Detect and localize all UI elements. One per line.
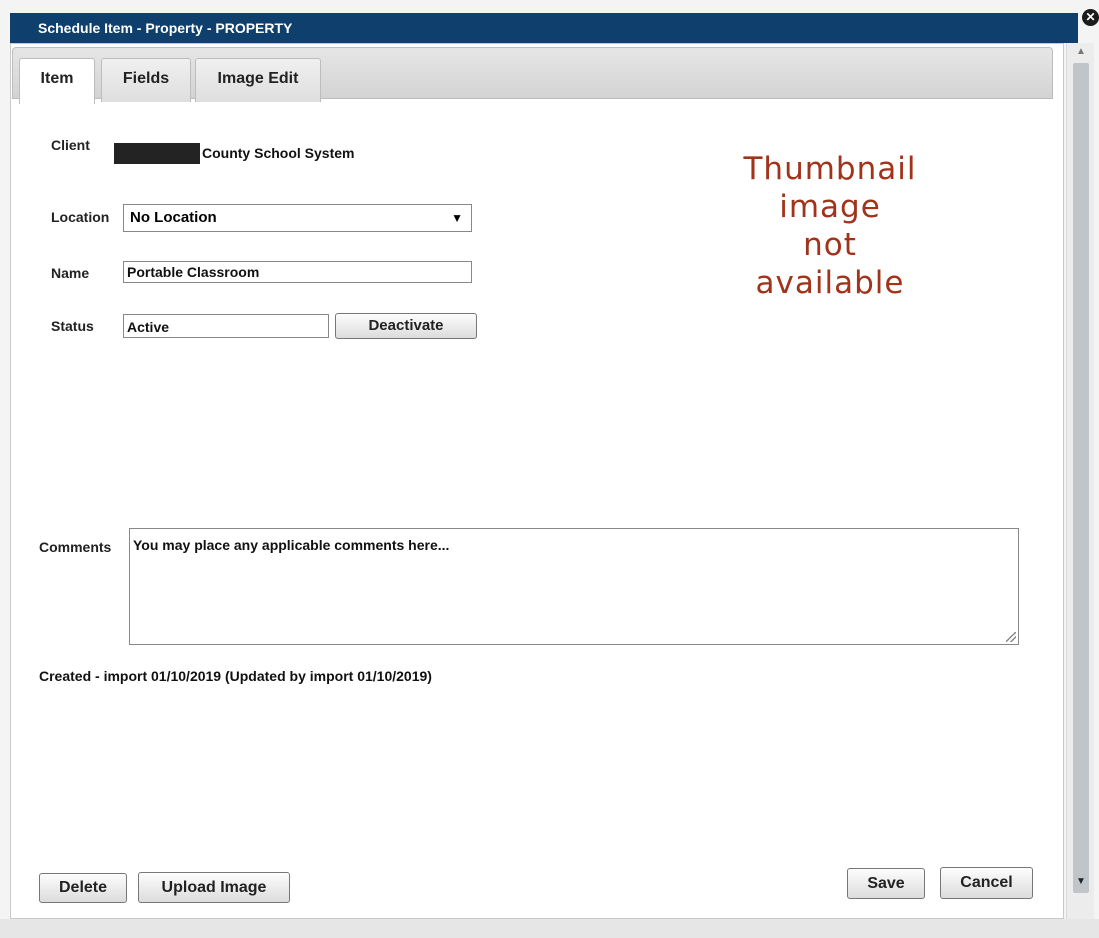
close-icon[interactable]: ✕ xyxy=(1082,9,1099,26)
thumbnail-line: image xyxy=(779,189,881,225)
save-button[interactable]: Save xyxy=(847,868,925,899)
resize-grip-icon[interactable] xyxy=(1006,632,1016,642)
comments-placeholder: You may place any applicable comments he… xyxy=(133,537,450,553)
window-title: Schedule Item - Property - PROPERTY xyxy=(38,20,293,36)
deactivate-button[interactable]: Deactivate xyxy=(335,313,477,339)
comments-textarea[interactable]: You may place any applicable comments he… xyxy=(129,528,1019,645)
thumbnail-line: available xyxy=(755,265,905,301)
name-input[interactable]: Portable Classroom xyxy=(123,261,472,283)
redacted-block xyxy=(114,143,200,164)
window-footer xyxy=(0,919,1099,938)
status-field: Active xyxy=(123,314,329,338)
location-label: Location xyxy=(51,209,110,225)
comments-label: Comments xyxy=(39,539,112,555)
client-value: County School System xyxy=(202,145,355,161)
chevron-down-icon: ▼ xyxy=(451,211,463,225)
vertical-scrollbar[interactable]: ▲ ▼ xyxy=(1066,43,1094,919)
window-title-bar: Schedule Item - Property - PROPERTY xyxy=(10,13,1078,43)
client-label: Client xyxy=(51,137,90,153)
thumbnail-placeholder: Thumbnail image not available xyxy=(700,150,960,302)
thumbnail-line: Thumbnail xyxy=(743,151,917,187)
location-selected-value: No Location xyxy=(130,209,217,226)
status-label: Status xyxy=(51,318,94,334)
thumbnail-line: not xyxy=(803,227,857,263)
scroll-up-icon[interactable]: ▲ xyxy=(1067,43,1095,61)
tab-strip: Item Fields Image Edit xyxy=(12,47,1053,104)
delete-button[interactable]: Delete xyxy=(39,873,127,903)
tab-image-edit[interactable]: Image Edit xyxy=(195,58,321,102)
audit-info: Created - import 01/10/2019 (Updated by … xyxy=(39,668,432,684)
name-label: Name xyxy=(51,265,90,281)
cancel-button[interactable]: Cancel xyxy=(940,867,1033,899)
scrollbar-thumb[interactable] xyxy=(1073,63,1089,893)
location-select[interactable]: No Location ▼ xyxy=(123,204,472,232)
tab-fields[interactable]: Fields xyxy=(101,58,191,102)
scroll-down-icon[interactable]: ▼ xyxy=(1067,873,1095,891)
tab-item[interactable]: Item xyxy=(19,58,95,104)
upload-image-button[interactable]: Upload Image xyxy=(138,872,290,903)
